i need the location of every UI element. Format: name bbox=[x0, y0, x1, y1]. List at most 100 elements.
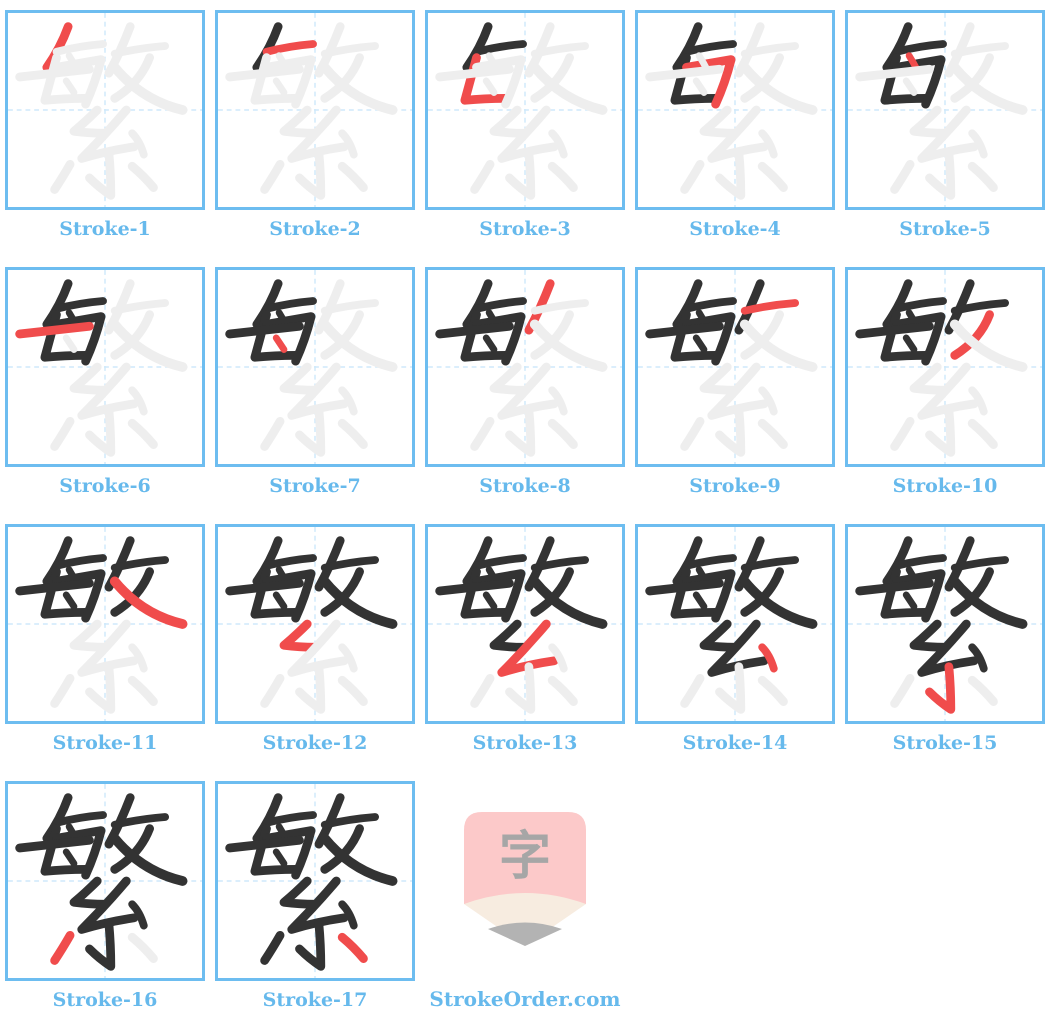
completed-stroke bbox=[279, 876, 320, 909]
stroke-diagram-box bbox=[845, 524, 1045, 724]
pending-stroke bbox=[62, 77, 78, 96]
completed-stroke bbox=[909, 619, 950, 652]
stroke-cell: Stroke-14 bbox=[635, 524, 835, 754]
stroke-diagram-box bbox=[635, 10, 835, 210]
pending-stroke bbox=[337, 418, 368, 449]
stroke-label: Stroke-17 bbox=[262, 989, 368, 1011]
stroke-cell: Stroke-15 bbox=[845, 524, 1045, 754]
pending-stroke bbox=[757, 161, 788, 192]
pending-stroke bbox=[967, 161, 998, 192]
stroke-label: Stroke-6 bbox=[59, 475, 151, 497]
completed-stroke bbox=[272, 848, 288, 867]
completed-stroke bbox=[699, 619, 740, 652]
pending-stroke bbox=[902, 77, 918, 96]
completed-stroke bbox=[482, 591, 498, 610]
pending-stroke bbox=[62, 334, 78, 353]
stroke-cell: Stroke-13 bbox=[425, 524, 625, 754]
pending-stroke bbox=[69, 362, 110, 395]
stroke-diagram-box bbox=[215, 267, 415, 467]
stroke-diagram-box bbox=[425, 524, 625, 724]
stroke-label: Stroke-16 bbox=[52, 989, 158, 1011]
character-stroke-svg bbox=[218, 270, 412, 464]
stroke-label: Stroke-7 bbox=[269, 475, 361, 497]
completed-stroke bbox=[15, 835, 94, 853]
pending-stroke bbox=[547, 675, 578, 706]
stroke-label: Stroke-13 bbox=[472, 732, 578, 754]
completed-stroke bbox=[272, 591, 288, 610]
current-stroke bbox=[15, 321, 94, 339]
stroke-diagram-box bbox=[215, 524, 415, 724]
pending-stroke bbox=[435, 64, 514, 82]
stroke-cell: Stroke-1 bbox=[5, 10, 205, 240]
site-name-link[interactable]: StrokeOrder.com bbox=[420, 987, 630, 1011]
stroke-label: Stroke-2 bbox=[269, 218, 361, 240]
pending-stroke bbox=[470, 416, 495, 451]
pending-stroke bbox=[260, 673, 285, 708]
completed-stroke bbox=[489, 619, 530, 652]
stroke-cell: Stroke-3 bbox=[425, 10, 625, 240]
pending-stroke bbox=[547, 161, 578, 192]
character-stroke-svg bbox=[638, 13, 832, 207]
pending-stroke bbox=[69, 105, 110, 138]
completed-stroke bbox=[692, 334, 708, 353]
pending-stroke bbox=[337, 161, 368, 192]
stroke-label: Stroke-5 bbox=[899, 218, 991, 240]
completed-stroke bbox=[645, 321, 724, 339]
strokeorder-logo[interactable]: 字 bbox=[464, 812, 586, 952]
stroke-label: Stroke-8 bbox=[479, 475, 571, 497]
stroke-diagram-box bbox=[425, 267, 625, 467]
pending-stroke bbox=[50, 159, 75, 194]
stroke-cell: Stroke-2 bbox=[215, 10, 415, 240]
pending-stroke bbox=[890, 159, 915, 194]
stroke-label: Stroke-10 bbox=[892, 475, 998, 497]
character-stroke-svg bbox=[428, 13, 622, 207]
stroke-diagram-box bbox=[5, 524, 205, 724]
character-stroke-svg bbox=[218, 13, 412, 207]
current-stroke bbox=[337, 932, 368, 963]
completed-stroke bbox=[225, 321, 304, 339]
character-stroke-svg bbox=[218, 527, 412, 721]
pending-stroke bbox=[337, 675, 368, 706]
pending-stroke bbox=[692, 77, 708, 96]
stroke-label: Stroke-4 bbox=[689, 218, 781, 240]
stroke-label: Stroke-1 bbox=[59, 218, 151, 240]
pending-stroke bbox=[279, 362, 320, 395]
completed-stroke bbox=[62, 848, 78, 867]
completed-stroke bbox=[15, 578, 94, 596]
pending-stroke bbox=[699, 105, 740, 138]
stroke-diagram-box bbox=[425, 10, 625, 210]
stroke-cell: Stroke-8 bbox=[425, 267, 625, 497]
character-stroke-svg bbox=[848, 270, 1042, 464]
stroke-diagram-box bbox=[5, 10, 205, 210]
pending-stroke bbox=[50, 673, 75, 708]
pending-stroke bbox=[909, 362, 950, 395]
character-stroke-svg bbox=[428, 527, 622, 721]
stroke-cell: Stroke-9 bbox=[635, 267, 835, 497]
pending-stroke bbox=[482, 77, 498, 96]
stroke-label: Stroke-9 bbox=[689, 475, 781, 497]
pending-stroke bbox=[909, 105, 950, 138]
pending-stroke bbox=[699, 362, 740, 395]
character-stroke-svg bbox=[8, 784, 202, 978]
stroke-label: Stroke-12 bbox=[262, 732, 368, 754]
completed-stroke bbox=[855, 578, 934, 596]
logo-glyph: 字 bbox=[499, 827, 551, 887]
character-stroke-svg bbox=[218, 784, 412, 978]
stroke-cell: Stroke-16 bbox=[5, 781, 205, 1011]
stroke-diagram-box bbox=[215, 10, 415, 210]
pending-stroke bbox=[127, 675, 158, 706]
pending-stroke bbox=[645, 64, 724, 82]
stroke-cell: Stroke-10 bbox=[845, 267, 1045, 497]
pending-stroke bbox=[757, 418, 788, 449]
stroke-cell: Stroke-7 bbox=[215, 267, 415, 497]
stroke-diagram-box bbox=[5, 781, 205, 981]
character-stroke-svg bbox=[428, 270, 622, 464]
pending-stroke bbox=[547, 418, 578, 449]
pending-stroke bbox=[225, 64, 304, 82]
completed-stroke bbox=[260, 930, 285, 965]
character-stroke-svg bbox=[848, 13, 1042, 207]
stroke-cell: Stroke-11 bbox=[5, 524, 205, 754]
completed-stroke bbox=[225, 835, 304, 853]
pending-stroke bbox=[69, 619, 110, 652]
stroke-diagram-box bbox=[845, 267, 1045, 467]
